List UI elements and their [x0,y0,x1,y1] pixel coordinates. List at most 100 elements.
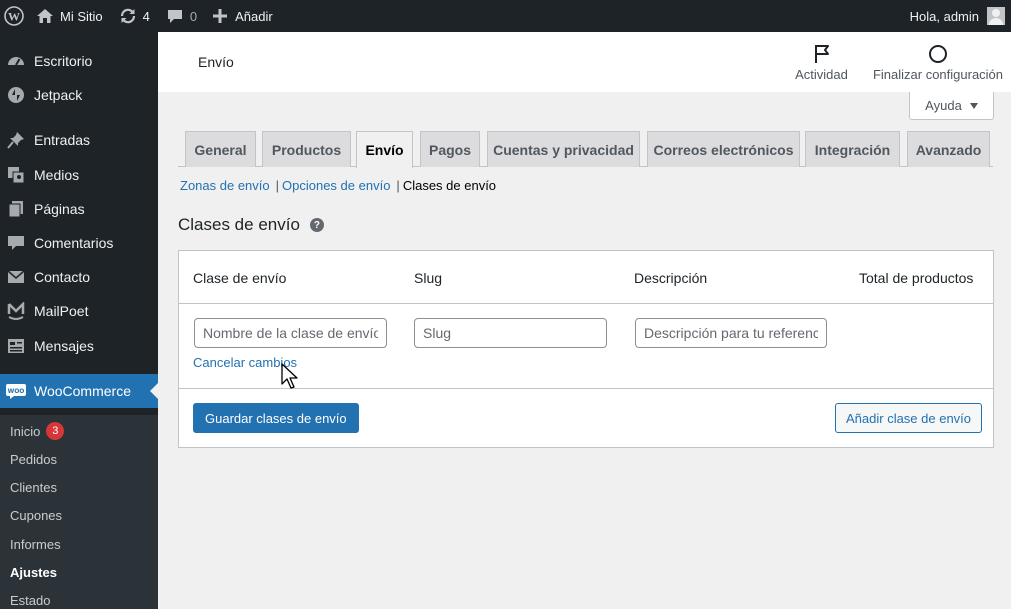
help-tab-button[interactable]: Ayuda [909,92,994,120]
jetpack-icon [6,85,26,105]
media-icon [6,165,26,185]
column-header-slug: Slug [414,270,443,286]
tab-label: Productos [271,141,342,158]
tab-productos[interactable]: Productos [262,131,351,167]
sidebar-item-entradas[interactable]: Entradas [0,123,158,157]
sidebar-item-label: Medios [34,167,80,183]
comments-icon [6,233,26,253]
home-icon [36,8,54,24]
subnav-options-link[interactable]: Opciones de envío [282,178,390,193]
subnav-zones-link[interactable]: Zonas de envío [180,178,270,193]
tab-pagos[interactable]: Pagos [420,131,480,167]
submenu-item-informes[interactable]: Informes [10,534,61,554]
activity-label: Actividad [795,66,848,82]
svg-text:W: W [8,10,20,24]
mailpoet-icon [6,301,26,321]
tab-label: Integración [814,141,891,158]
subnav-separator: | [275,178,280,193]
sidebar-item-label: Entradas [34,132,91,148]
sidebar-item-label: Páginas [34,201,85,217]
mouse-pointer-icon [281,363,301,394]
plus-icon [213,9,228,23]
activity-button[interactable]: Actividad [783,32,860,92]
greeting-label: Hola, admin [909,8,979,24]
site-name-label: Mi Sitio [60,8,103,24]
shipping-class-description-input[interactable] [635,318,827,348]
woocommerce-submenu: Inicio 3 Pedidos Clientes Cupones Inform… [0,415,158,609]
tab-correos[interactable]: Correos electrónicos [647,131,800,167]
footer-divider [179,388,993,389]
comments-link[interactable]: 0 [158,0,205,32]
settings-tabs: General Productos Envío Pagos Cuentas y … [178,131,993,168]
submenu-item-label: Inicio [10,423,41,439]
svg-text:WOO: WOO [8,388,25,395]
tab-envio[interactable]: Envío [356,131,413,168]
new-content-link[interactable]: Añadir [205,0,281,32]
tab-label: Avanzado [915,141,982,158]
shipping-subnav: Zonas de envío | Opciones de envío | Cla… [180,178,496,193]
sidebar-item-mensajes[interactable]: Mensajes [0,329,158,363]
submenu-item-estado[interactable]: Estado [10,590,50,609]
column-header-product-count: Total de productos [859,270,974,286]
woo-icon: WOO [6,381,26,401]
tab-avanzado[interactable]: Avanzado [907,131,990,167]
my-account-link[interactable]: Hola, admin [910,7,1011,25]
sidebar-item-woocommerce[interactable]: WOO WooCommerce [0,374,158,408]
messages-icon [6,336,26,356]
tab-general[interactable]: General [185,131,256,167]
admin-sidebar: Escritorio Jetpack Entradas Medios Págin… [0,32,158,609]
tab-cuentas-privacidad[interactable]: Cuentas y privacidad [487,131,640,167]
finish-setup-button[interactable]: Finalizar configuración [872,32,1004,92]
tab-label: Pagos [428,141,471,158]
sidebar-item-label: Contacto [34,269,91,285]
site-name-link[interactable]: Mi Sitio [32,0,111,32]
submenu-item-pedidos[interactable]: Pedidos [10,449,57,469]
sidebar-item-label: WooCommerce [34,383,131,399]
sidebar-item-label: Jetpack [34,87,83,103]
submenu-item-label: Informes [10,536,61,552]
wordpress-logo-icon[interactable]: W [0,0,32,32]
sidebar-item-mailpoet[interactable]: MailPoet [0,294,158,328]
shipping-class-slug-input[interactable] [414,318,607,348]
submenu-item-cupones[interactable]: Cupones [10,505,62,525]
submenu-item-label: Estado [10,592,51,608]
help-tab-label: Ayuda [925,98,962,113]
sidebar-item-label: Mensajes [34,338,94,354]
dashboard-icon [6,51,26,71]
sidebar-item-comentarios[interactable]: Comentarios [0,226,158,260]
section-title: Clases de envío [178,215,300,234]
sidebar-item-escritorio[interactable]: Escritorio [0,44,158,78]
admin-bar: W Mi Sitio 4 0 Añadir Hola, admin [0,0,1011,32]
updates-link[interactable]: 4 [111,0,158,32]
sidebar-item-label: Comentarios [34,235,114,251]
sidebar-item-medios[interactable]: Medios [0,158,158,192]
notification-badge: 3 [46,422,65,440]
submenu-item-label: Clientes [10,479,57,495]
finish-setup-label: Finalizar configuración [872,66,1004,82]
pin-icon [6,130,26,150]
add-shipping-class-button[interactable]: Añadir clase de envío [835,403,983,433]
comments-count: 0 [189,8,198,24]
mail-icon [6,267,26,287]
sidebar-item-contacto[interactable]: Contacto [0,260,158,294]
section-heading: Clases de envío ? [178,215,324,235]
tab-label: Envío [365,142,404,158]
column-header-class: Clase de envío [193,270,287,286]
submenu-item-ajustes[interactable]: Ajustes [10,562,57,582]
submenu-item-clientes[interactable]: Clientes [10,477,57,497]
sidebar-item-jetpack[interactable]: Jetpack [0,78,158,112]
help-question-icon[interactable]: ? [309,218,324,232]
submenu-item-label: Ajustes [10,564,57,580]
submenu-item-inicio[interactable]: Inicio 3 [10,421,65,441]
tab-integracion[interactable]: Integración [805,131,900,167]
updates-count: 4 [142,8,150,24]
shipping-class-name-input[interactable] [194,318,387,348]
updates-icon [119,7,137,25]
tab-label: Cuentas y privacidad [493,141,634,158]
save-shipping-classes-button[interactable]: Guardar clases de envío [193,403,359,433]
header-divider [179,303,993,304]
tab-label: Correos electrónicos [653,141,794,158]
submenu-item-label: Pedidos [10,451,57,467]
sidebar-item-paginas[interactable]: Páginas [0,192,158,226]
avatar [987,7,1005,25]
